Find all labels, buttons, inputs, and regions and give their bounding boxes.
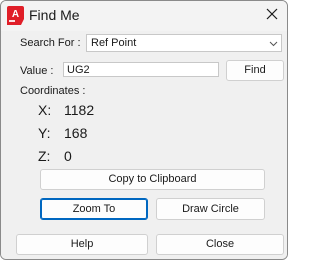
dialog-body: Search For : Ref Point Value : Find Coor… xyxy=(1,31,287,259)
search-for-label: Search For : xyxy=(20,37,81,49)
app-icon-letter: A xyxy=(12,9,19,20)
zoom-to-button[interactable]: Zoom To xyxy=(40,198,148,220)
copy-to-clipboard-button[interactable]: Copy to Clipboard xyxy=(40,169,265,190)
find-me-dialog: A Find Me Search For : Ref Point Value :… xyxy=(0,0,288,260)
z-coordinate-value: 0 xyxy=(64,148,72,164)
help-button[interactable]: Help xyxy=(16,234,148,255)
x-coordinate-value: 1182 xyxy=(64,102,95,118)
value-input[interactable] xyxy=(63,62,219,77)
find-button[interactable]: Find xyxy=(226,60,284,81)
dialog-title: Find Me xyxy=(29,7,80,23)
coordinates-label: Coordinates : xyxy=(20,85,86,97)
y-axis-label: Y: xyxy=(38,125,51,141)
close-icon[interactable] xyxy=(265,7,279,21)
close-button[interactable]: Close xyxy=(156,234,284,255)
chevron-down-icon xyxy=(269,41,278,47)
z-axis-label: Z: xyxy=(38,148,51,164)
search-for-selected: Ref Point xyxy=(91,37,137,49)
y-coordinate-value: 168 xyxy=(64,125,88,141)
x-axis-label: X: xyxy=(38,102,52,118)
autocad-app-icon: A xyxy=(7,6,24,25)
draw-circle-button[interactable]: Draw Circle xyxy=(156,198,265,220)
search-for-dropdown[interactable]: Ref Point xyxy=(86,34,282,52)
value-label: Value : xyxy=(20,65,54,77)
title-bar: A Find Me xyxy=(1,1,287,31)
